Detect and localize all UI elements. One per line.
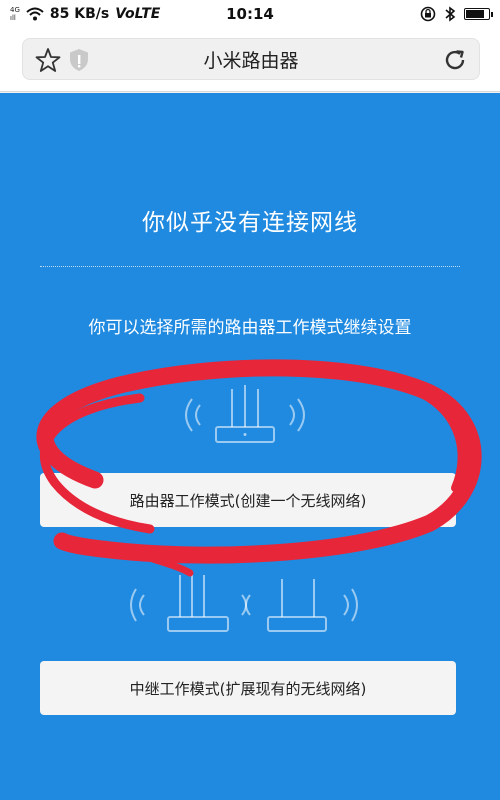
router-wifi-icon <box>185 385 305 443</box>
router-mode-button[interactable]: 路由器工作模式(创建一个无线网络) <box>40 473 456 527</box>
mode-instruction: 你可以选择所需的路由器工作模式继续设置 <box>88 318 412 338</box>
no-cable-headline: 你似乎没有连接网线 <box>142 210 358 236</box>
lock-rotation-icon <box>420 6 436 22</box>
bluetooth-icon <box>445 6 456 22</box>
volte-indicator: VoLTE <box>115 6 161 22</box>
status-left: 4G ıll 85 KB/s VoLTE <box>10 6 210 22</box>
dotted-divider <box>40 266 460 267</box>
reload-icon[interactable] <box>441 46 469 74</box>
address-bar[interactable]: 小米路由器 <box>22 38 480 80</box>
setup-panel: 你似乎没有连接网线 你可以选择所需的路由器工作模式继续设置 路由器工作模式(创建… <box>0 93 500 800</box>
page-title: 小米路由器 <box>203 49 299 72</box>
status-right <box>420 6 493 22</box>
network-sub: ıll <box>10 14 16 22</box>
network-type: 4G <box>10 6 20 14</box>
network-type-indicator: 4G ıll <box>10 6 20 22</box>
battery-icon <box>464 8 493 20</box>
browser-toolbar: 小米路由器 <box>0 28 500 92</box>
wifi-icon <box>26 7 44 21</box>
relay-mode-button[interactable]: 中继工作模式(扩展现有的无线网络) <box>40 661 456 715</box>
status-bar: 4G ıll 85 KB/s VoLTE 10:14 <box>0 0 500 28</box>
network-speed: 85 KB/s <box>49 6 110 22</box>
battery-fill <box>466 10 484 18</box>
relay-router-icon <box>130 571 358 632</box>
